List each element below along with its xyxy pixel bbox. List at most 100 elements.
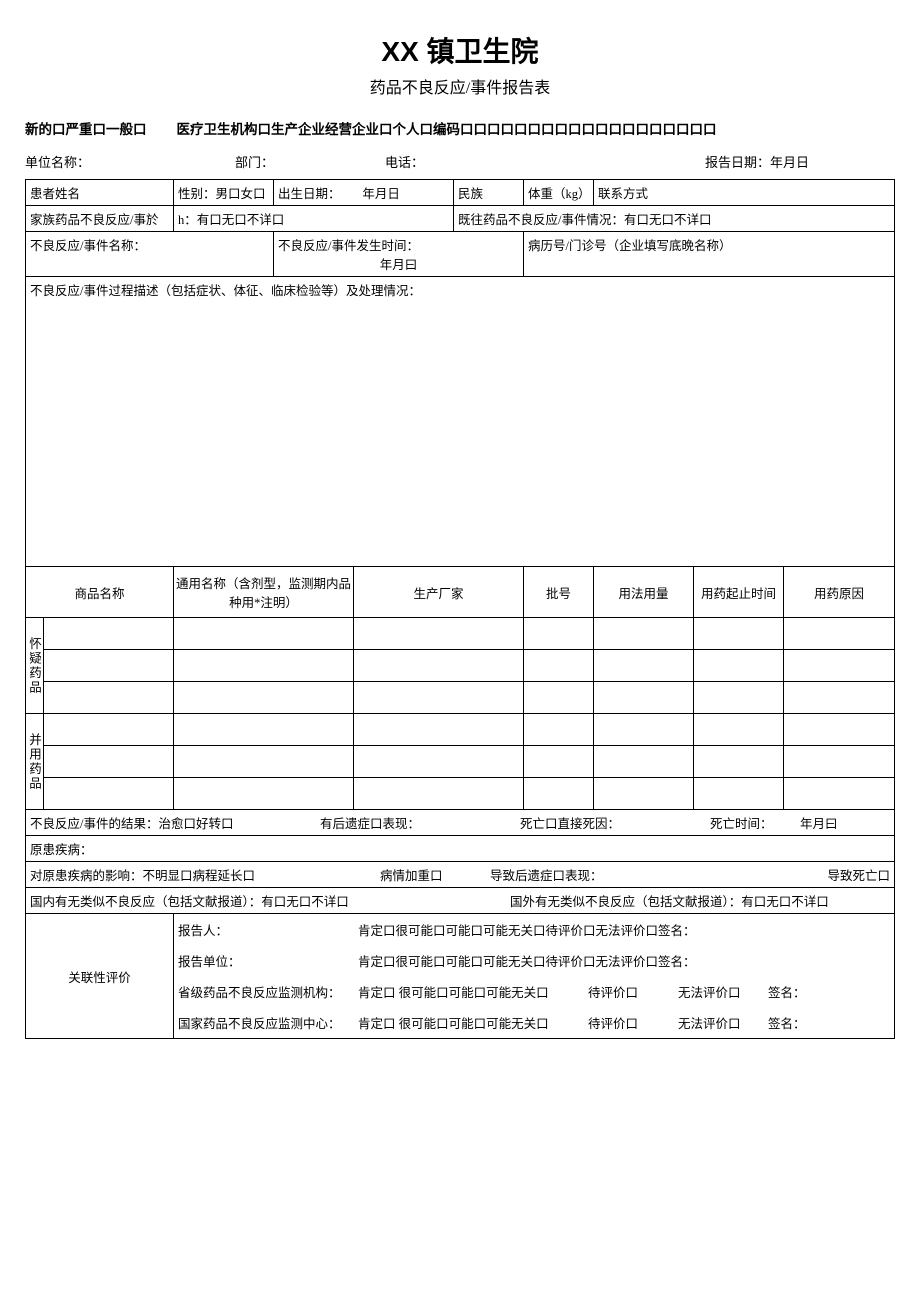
record-no-cell[interactable]: 病历号/门诊号（企业填写底晩名称） (524, 232, 895, 277)
event-time-value: 年月曰 (278, 254, 519, 273)
outcome-sequela: 有后遗症口表现： (320, 813, 520, 832)
eval-unit-cell[interactable]: 报告单位： 肯定口很可能口可能口可能无关口待评价口无法评价口签名： (174, 945, 895, 976)
drug-cell[interactable] (694, 746, 784, 778)
eval-reporter-label: 报告人： (178, 920, 358, 939)
drug-cell[interactable] (784, 714, 895, 746)
drug-cell[interactable] (174, 778, 354, 810)
drug-cell[interactable] (784, 650, 895, 682)
history-row: 家族药品不良反应/事於 h：有口无口不详口 既往药品不良反应/事件情况：有口无口… (26, 206, 895, 232)
drug-cell[interactable] (524, 778, 594, 810)
combined-drug-row: 并用药品 (26, 714, 895, 746)
outcome-death-time-value: 年月曰 (800, 813, 838, 832)
drug-cell[interactable] (44, 746, 174, 778)
drug-cell[interactable] (524, 650, 594, 682)
drug-cell[interactable] (354, 746, 524, 778)
eval-reporter-cell[interactable]: 报告人： 肯定口很可能口可能口可能无关口待评价口无法评价口签名： (174, 914, 895, 946)
drug-cell[interactable] (44, 618, 174, 650)
patient-contact-cell[interactable]: 联系方式 (594, 180, 895, 206)
drug-cell[interactable] (44, 778, 174, 810)
report-date-label: 报告日期：年月日 (705, 152, 885, 171)
family-history-value[interactable]: h：有口无口不详口 (174, 206, 454, 232)
drug-cell[interactable] (784, 618, 895, 650)
eval-nat-opts-c: 无法评价口 (678, 1013, 768, 1032)
event-name-cell[interactable]: 不良反应/事件名称： (26, 232, 274, 277)
drug-cell[interactable] (524, 746, 594, 778)
drug-cell[interactable] (524, 714, 594, 746)
drug-cell[interactable] (44, 714, 174, 746)
col-batch: 批号 (524, 567, 594, 618)
eval-unit-opts: 肯定口很可能口可能口可能无关口待评价口无法评价口签名： (358, 951, 696, 970)
page-title: XX 镇卫生院 (25, 30, 895, 70)
similar-cell[interactable]: 国内有无类似不良反应（包括文献报道）：有口无口不详口 国外有无类似不良反应（包括… (26, 888, 895, 914)
impact-worse: 病情加重口 (380, 865, 490, 884)
impact-death: 导致死亡口 (827, 865, 890, 884)
similar-domestic: 国内有无类似不良反应（包括文献报道）：有口无口不详口 (30, 891, 510, 910)
main-form-table: 患者姓名 性别：男口女口 出生日期： 年月日 民族 体重（kg） 联系方式 家族… (25, 179, 895, 1039)
disease-cell[interactable]: 原患疾病： (26, 836, 895, 862)
eval-nat-opts-a: 肯定口 很可能口可能口可能无关口 (358, 1013, 588, 1032)
drug-cell[interactable] (784, 682, 895, 714)
event-desc-row: 不良反应/事件过程描述（包括症状、体征、临床检验等）及处理情况： (26, 277, 895, 567)
drug-cell[interactable] (354, 618, 524, 650)
patient-weight-cell[interactable]: 体重（kg） (524, 180, 594, 206)
phone-label: 电话： (385, 152, 695, 171)
outcome-death-time-label: 死亡时间： (710, 813, 800, 832)
drug-cell[interactable] (524, 618, 594, 650)
impact-cell[interactable]: 对原患疾病的影响：不明显口病程延长口 病情加重口 导致后遗症口表现： 导致死亡口 (26, 862, 895, 888)
drug-cell[interactable] (174, 746, 354, 778)
drug-cell[interactable] (594, 682, 694, 714)
report-type-options: 新的口严重口一般口 (25, 118, 147, 138)
drug-cell[interactable] (354, 714, 524, 746)
drug-cell[interactable] (694, 714, 784, 746)
drug-cell[interactable] (784, 746, 895, 778)
event-time-cell[interactable]: 不良反应/事件发生时间： 年月曰 (274, 232, 524, 277)
page-subtitle: 药品不良反应/事件报告表 (25, 74, 895, 98)
reporter-info-line: 单位名称： 部门： 电话： 报告日期：年月日 (25, 152, 895, 171)
eval-nat-sign: 签名： (768, 1013, 806, 1032)
eval-nat-opts-b: 待评价口 (588, 1013, 678, 1032)
unit-name-label: 单位名称： (25, 152, 225, 171)
drug-cell[interactable] (694, 618, 784, 650)
eval-nat-label: 国家药品不良反应监测中心： (178, 1013, 358, 1032)
combined-drug-label: 并用药品 (26, 714, 44, 810)
drug-cell[interactable] (174, 682, 354, 714)
drug-cell[interactable] (174, 650, 354, 682)
patient-sex-cell[interactable]: 性别：男口女口 (174, 180, 274, 206)
col-reason: 用药原因 (784, 567, 895, 618)
suspect-drug-row (26, 650, 895, 682)
eval-prov-sign: 签名： (768, 982, 806, 1001)
drug-cell[interactable] (524, 682, 594, 714)
drug-cell[interactable] (784, 778, 895, 810)
col-trade-name: 商品名称 (26, 567, 174, 618)
col-manufacturer: 生产厂家 (354, 567, 524, 618)
drug-cell[interactable] (694, 682, 784, 714)
combined-drug-row (26, 778, 895, 810)
event-desc-cell[interactable]: 不良反应/事件过程描述（包括症状、体征、临床检验等）及处理情况： (26, 277, 895, 567)
eval-nat-cell[interactable]: 国家药品不良反应监测中心： 肯定口 很可能口可能口可能无关口 待评价口 无法评价… (174, 1007, 895, 1039)
drug-cell[interactable] (694, 650, 784, 682)
patient-ethnic-cell[interactable]: 民族 (454, 180, 524, 206)
drug-cell[interactable] (594, 618, 694, 650)
drug-cell[interactable] (354, 682, 524, 714)
dept-label: 部门： (235, 152, 375, 171)
drug-cell[interactable] (594, 746, 694, 778)
drug-cell[interactable] (174, 714, 354, 746)
drug-cell[interactable] (594, 650, 694, 682)
eval-row: 关联性评价 报告人： 肯定口很可能口可能口可能无关口待评价口无法评价口签名： (26, 914, 895, 946)
drug-cell[interactable] (594, 778, 694, 810)
eval-prov-cell[interactable]: 省级药品不良反应监测机构： 肯定口 很可能口可能口可能无关口 待评价口 无法评价… (174, 976, 895, 1007)
combined-drug-row (26, 746, 895, 778)
drug-cell[interactable] (44, 650, 174, 682)
drug-cell[interactable] (174, 618, 354, 650)
past-history-cell[interactable]: 既往药品不良反应/事件情况：有口无口不详口 (454, 206, 895, 232)
drug-cell[interactable] (694, 778, 784, 810)
patient-row: 患者姓名 性别：男口女口 出生日期： 年月日 民族 体重（kg） 联系方式 (26, 180, 895, 206)
patient-name-cell[interactable]: 患者姓名 (26, 180, 174, 206)
outcome-cell[interactable]: 不良反应/事件的结果：治愈口好转口 有后遗症口表现： 死亡口直接死因： 死亡时间… (26, 810, 895, 836)
drug-cell[interactable] (354, 650, 524, 682)
birth-label: 出生日期： (278, 187, 341, 201)
drug-cell[interactable] (354, 778, 524, 810)
patient-birth-cell[interactable]: 出生日期： 年月日 (274, 180, 454, 206)
drug-cell[interactable] (44, 682, 174, 714)
drug-cell[interactable] (594, 714, 694, 746)
